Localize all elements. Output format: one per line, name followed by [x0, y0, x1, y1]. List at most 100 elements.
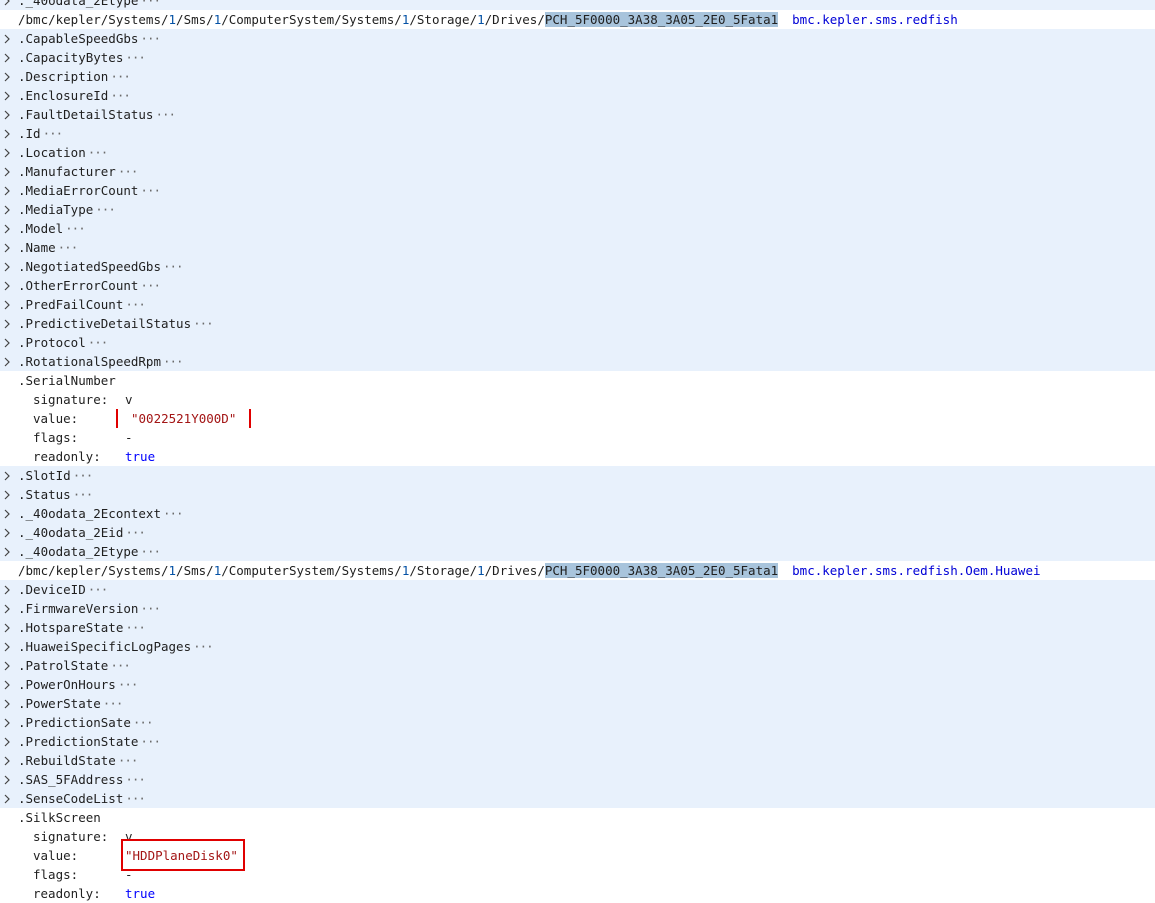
- chevron-right-icon[interactable]: [1, 770, 13, 789]
- chevron-right-icon[interactable]: [1, 48, 13, 67]
- signature-value: v: [125, 392, 133, 407]
- property-name: .MediaType: [18, 202, 94, 217]
- ellipsis-icon: ···: [140, 31, 161, 46]
- selected-path-text[interactable]: PCH_5F0000_3A38_3A05_2E0_5Fata1: [544, 12, 779, 27]
- chevron-right-icon[interactable]: [1, 466, 13, 485]
- chevron-right-icon[interactable]: [1, 580, 13, 599]
- chevron-right-icon[interactable]: [1, 618, 13, 637]
- serial-number-value[interactable]: "0022521Y000D": [131, 409, 236, 428]
- expanded-property[interactable]: .SerialNumber: [0, 371, 1155, 390]
- tree-item[interactable]: ._40odata_2Etype ···: [0, 0, 1155, 10]
- chevron-right-icon[interactable]: [1, 732, 13, 751]
- ellipsis-icon: ···: [132, 715, 154, 730]
- tree-item[interactable]: .NegotiatedSpeedGbs ···: [0, 257, 1155, 276]
- chevron-right-icon[interactable]: [1, 181, 13, 200]
- chevron-right-icon[interactable]: [1, 656, 13, 675]
- chevron-right-icon[interactable]: [1, 542, 13, 561]
- tree-item[interactable]: .HuaweiSpecificLogPages ···: [0, 637, 1155, 656]
- tree-item[interactable]: .Description ···: [0, 67, 1155, 86]
- chevron-right-icon[interactable]: [1, 713, 13, 732]
- tree-item[interactable]: .FirmwareVersion ···: [0, 599, 1155, 618]
- tree-item[interactable]: .SAS_5FAddress ···: [0, 770, 1155, 789]
- chevron-right-icon[interactable]: [1, 238, 13, 257]
- chevron-right-icon[interactable]: [1, 333, 13, 352]
- path-segment: /Storage/: [409, 12, 478, 27]
- property-name: .EnclosureId: [18, 88, 109, 103]
- tree-item[interactable]: .Model ···: [0, 219, 1155, 238]
- value-label: value:: [33, 848, 79, 863]
- tree-item[interactable]: ._40odata_2Eid ···: [0, 523, 1155, 542]
- chevron-right-icon[interactable]: [1, 637, 13, 656]
- property-name: .PredictionState: [18, 734, 139, 749]
- ellipsis-icon: ···: [125, 50, 146, 65]
- tree-item[interactable]: .Id ···: [0, 124, 1155, 143]
- tree-item[interactable]: .RebuildState ···: [0, 751, 1155, 770]
- tree-item[interactable]: .OtherErrorCount ···: [0, 276, 1155, 295]
- tree-item[interactable]: .Manufacturer ···: [0, 162, 1155, 181]
- chevron-right-icon[interactable]: [1, 200, 13, 219]
- property-detail-flags: flags: -: [0, 865, 1155, 884]
- tree-item[interactable]: .Name ···: [0, 238, 1155, 257]
- chevron-right-icon[interactable]: [1, 86, 13, 105]
- tree-item[interactable]: .SlotId ···: [0, 466, 1155, 485]
- chevron-right-icon[interactable]: [1, 694, 13, 713]
- value-label: value:: [33, 411, 79, 426]
- ellipsis-icon: ···: [125, 297, 146, 312]
- chevron-right-icon[interactable]: [1, 276, 13, 295]
- tree-item[interactable]: .PredictiveDetailStatus ···: [0, 314, 1155, 333]
- chevron-right-icon[interactable]: [1, 295, 13, 314]
- tree-item[interactable]: .PredictionState ···: [0, 732, 1155, 751]
- chevron-right-icon[interactable]: [1, 67, 13, 86]
- chevron-right-icon[interactable]: [1, 124, 13, 143]
- selected-path-text[interactable]: PCH_5F0000_3A38_3A05_2E0_5Fata1: [544, 563, 779, 578]
- chevron-right-icon[interactable]: [1, 599, 13, 618]
- tree-item[interactable]: .PredFailCount ···: [0, 295, 1155, 314]
- object-path-row: /bmc/kepler/Systems/1/Sms/1/ComputerSyst…: [0, 561, 1155, 580]
- tree-item[interactable]: .RotationalSpeedRpm ···: [0, 352, 1155, 371]
- property-name: .PowerState: [18, 696, 101, 711]
- ellipsis-icon: ···: [125, 791, 146, 806]
- tree-item[interactable]: .PredictionSate ···: [0, 713, 1155, 732]
- tree-item[interactable]: .HotspareState ···: [0, 618, 1155, 637]
- chevron-right-icon[interactable]: [1, 352, 13, 371]
- chevron-right-icon[interactable]: [1, 523, 13, 542]
- tree-item[interactable]: .CapacityBytes ···: [0, 48, 1155, 67]
- tree-item[interactable]: .CapableSpeedGbs ···: [0, 29, 1155, 48]
- chevron-right-icon[interactable]: [1, 219, 13, 238]
- tree-item[interactable]: .MediaType ···: [0, 200, 1155, 219]
- chevron-right-icon[interactable]: [1, 789, 13, 808]
- path-segment: /bmc/kepler/Systems/: [18, 12, 169, 27]
- tree-item[interactable]: .PowerState ···: [0, 694, 1155, 713]
- ellipsis-icon: ···: [155, 107, 176, 122]
- tree-item[interactable]: .Status ···: [0, 485, 1155, 504]
- chevron-right-icon[interactable]: [1, 105, 13, 124]
- tree-item[interactable]: .PatrolState ···: [0, 656, 1155, 675]
- silkscreen-value[interactable]: "HDDPlaneDisk0": [125, 846, 238, 865]
- chevron-right-icon[interactable]: [1, 0, 13, 10]
- tree-item[interactable]: .FaultDetailStatus ···: [0, 105, 1155, 124]
- tree-item[interactable]: .SenseCodeList ···: [0, 789, 1155, 808]
- tree-item[interactable]: .EnclosureId ···: [0, 86, 1155, 105]
- tree-item[interactable]: .Location ···: [0, 143, 1155, 162]
- tree-item[interactable]: ._40odata_2Etype ···: [0, 542, 1155, 561]
- chevron-right-icon[interactable]: [1, 162, 13, 181]
- tree-item[interactable]: .DeviceID ···: [0, 580, 1155, 599]
- ellipsis-icon: ···: [110, 658, 131, 673]
- chevron-right-icon[interactable]: [1, 257, 13, 276]
- ellipsis-icon: ···: [102, 696, 124, 711]
- chevron-right-icon[interactable]: [1, 504, 13, 523]
- property-name: ._40odata_2Etype: [18, 0, 139, 8]
- chevron-right-icon[interactable]: [1, 485, 13, 504]
- chevron-right-icon[interactable]: [1, 29, 13, 48]
- tree-item[interactable]: .Protocol ···: [0, 333, 1155, 352]
- chevron-right-icon[interactable]: [1, 675, 13, 694]
- property-name: .HotspareState: [18, 620, 124, 635]
- tree-item[interactable]: .MediaErrorCount ···: [0, 181, 1155, 200]
- property-name: .CapableSpeedGbs: [18, 31, 139, 46]
- tree-item[interactable]: ._40odata_2Econtext ···: [0, 504, 1155, 523]
- chevron-right-icon[interactable]: [1, 143, 13, 162]
- tree-item[interactable]: .PowerOnHours ···: [0, 675, 1155, 694]
- chevron-right-icon[interactable]: [1, 314, 13, 333]
- expanded-property[interactable]: .SilkScreen: [0, 808, 1155, 827]
- chevron-right-icon[interactable]: [1, 751, 13, 770]
